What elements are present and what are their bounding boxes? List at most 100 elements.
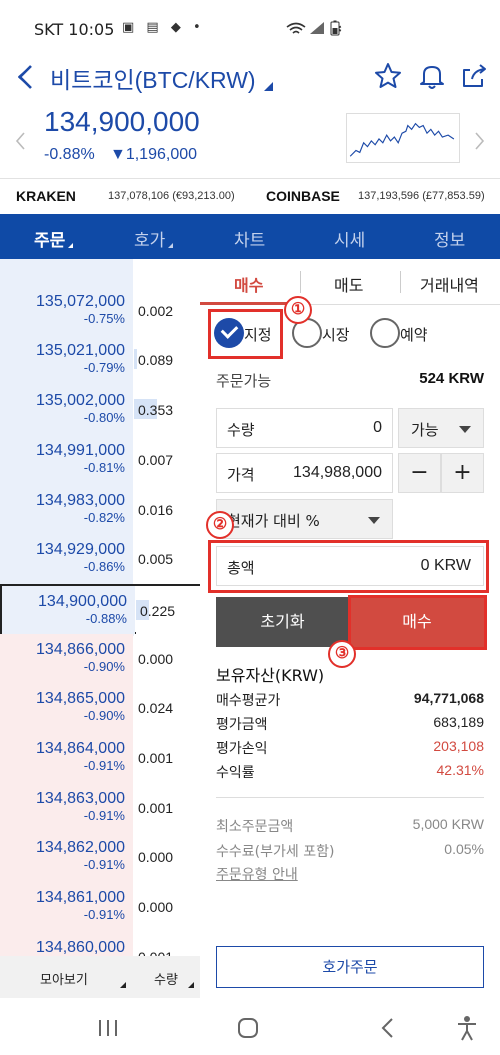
home-icon[interactable]	[237, 1017, 259, 1039]
next-coin-icon[interactable]	[474, 131, 486, 151]
orderbook-qty-cell[interactable]: 0.002	[134, 285, 200, 336]
info-value: 5,000 KRW	[412, 816, 484, 832]
accessibility-icon[interactable]	[456, 1015, 478, 1041]
orderbook-qty-cell[interactable]: 0.001	[134, 733, 200, 783]
price-value[interactable]: 134,988,000	[293, 464, 382, 482]
quantity-mode-select[interactable]: 가능	[398, 408, 484, 448]
orderbook-price-cell[interactable]: 134,861,000 -0.91%	[0, 882, 133, 933]
orderbook-row[interactable]: 134,865,000 -0.90% 0.024	[0, 683, 200, 734]
prev-coin-icon[interactable]	[14, 131, 26, 151]
tab-chart[interactable]: 차트	[234, 226, 265, 251]
orderbook-row[interactable]: 134,929,000 -0.86% 0.005	[0, 534, 200, 585]
title-dropdown-icon[interactable]	[264, 82, 273, 91]
order-type-market-label[interactable]: 시장	[322, 324, 350, 345]
orderbook-price-cell[interactable]: 134,863,000 -0.91%	[0, 782, 133, 833]
orderbook-rate: -0.81%	[83, 459, 125, 475]
tab-info[interactable]: 정보	[434, 226, 465, 251]
view-mode-select[interactable]: 모아보기	[40, 969, 88, 988]
order-type-guide-link[interactable]: 주문유형 안내	[216, 864, 298, 884]
orderbook-price-cell[interactable]: 134,900,000 -0.88%	[2, 585, 135, 636]
orderbook-row[interactable]: 134,866,000 -0.90% 0.000	[0, 633, 200, 684]
reset-button[interactable]: 초기화	[216, 597, 349, 647]
orderbook-qty-cell[interactable]: 0.007	[134, 434, 200, 485]
orderbook-price: 135,002,000	[36, 392, 125, 410]
tab-order[interactable]: 주문	[34, 226, 74, 251]
orderbook-price-cell[interactable]: 134,865,000 -0.90%	[0, 683, 133, 734]
page-title[interactable]: 비트코인(BTC/KRW)	[50, 61, 256, 95]
price-increase-button[interactable]: +	[441, 453, 484, 493]
orderbook-price-cell[interactable]: 135,002,000 -0.80%	[0, 385, 133, 436]
price-field[interactable]: 가격 134,988,000	[216, 453, 393, 493]
wifi-icon	[286, 22, 306, 34]
orderbook-order-button[interactable]: 호가주문	[216, 946, 484, 988]
orderbook-row[interactable]: 134,862,000 -0.91% 0.000	[0, 832, 200, 883]
mini-chart[interactable]	[346, 113, 460, 163]
tab-orderbook[interactable]: 호가	[134, 226, 174, 251]
exchange-name: KRAKEN	[16, 188, 76, 204]
subtab-sell[interactable]: 매도	[334, 272, 363, 296]
back-arrow-icon[interactable]	[16, 64, 34, 90]
orderbook-qty-cell[interactable]: 0.000	[134, 633, 200, 684]
orderbook-row[interactable]: 134,861,000 -0.91% 0.000	[0, 882, 200, 933]
orderbook-qty-cell[interactable]: 0.001	[134, 782, 200, 833]
orderbook-price-cell[interactable]: 134,983,000 -0.82%	[0, 484, 133, 535]
orderbook-row[interactable]: 134,863,000 -0.91% 0.001	[0, 782, 200, 833]
status-bar: SKT 10:05 ▣ ▤ ◆ • ✱	[0, 0, 500, 58]
nav-back-icon[interactable]	[380, 1017, 394, 1039]
order-type-reserve-radio[interactable]	[370, 318, 400, 348]
orderbook-price-cell[interactable]: 134,862,000 -0.91%	[0, 832, 133, 883]
compare-select[interactable]: 현재가 대비 %	[216, 499, 393, 539]
star-icon[interactable]	[374, 62, 402, 90]
orderbook-row[interactable]: 134,991,000 -0.81% 0.007	[0, 434, 200, 485]
orderbook-price-cell[interactable]: 135,072,000 -0.75%	[0, 285, 133, 336]
orderbook-row[interactable]: 134,864,000 -0.91% 0.001	[0, 733, 200, 783]
orderbook-price: 134,861,000	[36, 889, 125, 907]
orderbook-row[interactable]: 135,072,000 -0.75% 0.002	[0, 285, 200, 336]
orderbook-list[interactable]: -0.75%135,072,000-0.75%0.002135,021,000-…	[0, 259, 200, 956]
price-decrease-button[interactable]: −	[398, 453, 441, 493]
orderbook-qty: 0.000	[138, 849, 174, 866]
orderbook-price: 134,863,000	[36, 789, 125, 807]
orderbook-qty-cell[interactable]: 0.225	[136, 585, 200, 636]
orderbook-qty-cell[interactable]: 0.089	[134, 335, 200, 386]
orderbook-row[interactable]: 134,983,000 -0.82% 0.016	[0, 484, 200, 535]
orderbook-row[interactable]: 134,860,000 0.001	[0, 931, 200, 956]
orderbook-qty-cell[interactable]: 0.005	[134, 534, 200, 585]
bell-icon[interactable]	[418, 62, 446, 90]
orderbook-row-current[interactable]: 134,900,000 -0.88% 0.225	[0, 583, 200, 636]
orderbook-rate: -0.90%	[83, 708, 125, 724]
orderbook-price: 134,862,000	[36, 839, 125, 857]
orderbook-qty-cell[interactable]: 0.016	[134, 484, 200, 535]
recent-apps-icon[interactable]	[97, 1018, 119, 1038]
orderbook-price-cell[interactable]: 135,021,000 -0.79%	[0, 335, 133, 386]
orderbook-row[interactable]: 135,021,000 -0.79% 0.089	[0, 335, 200, 386]
orderbook-qty: 0.001	[138, 799, 174, 816]
order-type-reserve-label[interactable]: 예약	[400, 324, 428, 345]
subtab-buy[interactable]: 매수	[234, 272, 263, 296]
orderbook-price-cell[interactable]: -0.75%	[0, 259, 133, 286]
quantity-value[interactable]: 0	[373, 419, 382, 437]
orderbook-price-cell[interactable]: 134,864,000 -0.91%	[0, 733, 133, 783]
orderbook-price-cell[interactable]: 134,991,000 -0.81%	[0, 434, 133, 485]
orderbook-price-cell[interactable]: 134,866,000 -0.90%	[0, 633, 133, 684]
orderbook-qty-cell[interactable]: 0.001	[134, 931, 200, 956]
quantity-field[interactable]: 수량 0	[216, 408, 393, 448]
orderbook-row[interactable]: 135,002,000 -0.80% 0.353	[0, 385, 200, 436]
qty-mode-select[interactable]: 수량	[154, 969, 178, 988]
orderbook-qty-cell[interactable]: 0.353	[134, 385, 200, 436]
highlight-box-1	[208, 309, 283, 359]
orderbook-row[interactable]: -0.75%	[0, 259, 200, 286]
orderbook-price-cell[interactable]: 134,860,000	[0, 931, 133, 956]
orderbook-qty-cell[interactable]	[134, 259, 200, 286]
orderbook-qty-cell[interactable]: 0.000	[134, 882, 200, 933]
subtab-history[interactable]: 거래내역	[420, 272, 479, 296]
orderbook-qty: 0.016	[138, 501, 174, 518]
signal-icon	[310, 22, 324, 34]
share-icon[interactable]	[460, 62, 488, 90]
orderbook-qty-cell[interactable]: 0.000	[134, 832, 200, 883]
tab-quotes[interactable]: 시세	[334, 226, 365, 251]
orderbook-price-cell[interactable]: 134,929,000 -0.86%	[0, 534, 133, 585]
orderbook-qty-cell[interactable]: 0.024	[134, 683, 200, 734]
orderbook-rate: -0.79%	[83, 360, 125, 376]
orderbook-rate: -0.75%	[83, 310, 125, 326]
